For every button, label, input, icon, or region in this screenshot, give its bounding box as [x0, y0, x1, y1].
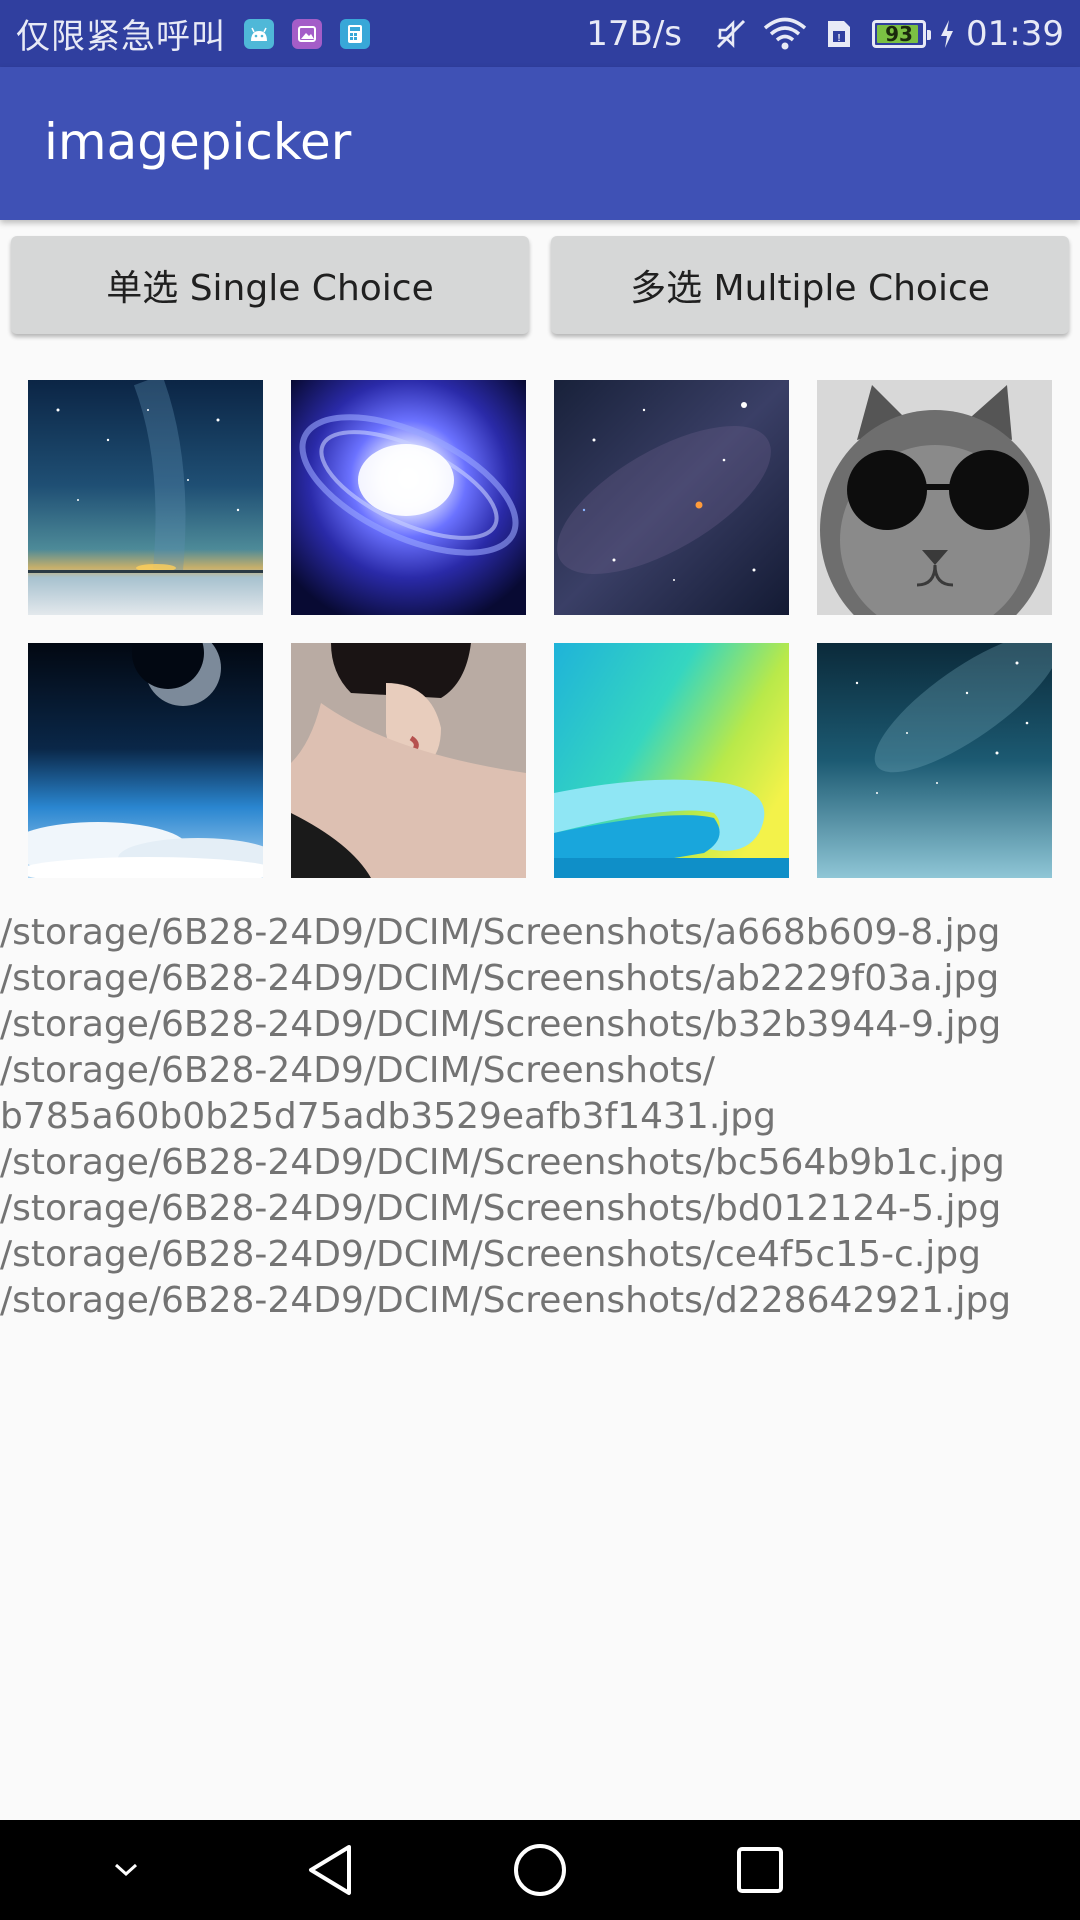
network-speed: 17B/s	[586, 13, 683, 54]
thumb-galaxy[interactable]	[291, 380, 526, 615]
multiple-choice-button[interactable]: 多选 Multiple Choice	[551, 236, 1069, 334]
thumb-starry-horizon[interactable]	[28, 380, 263, 615]
thumb-wave[interactable]	[554, 643, 789, 878]
gallery-icon	[292, 18, 322, 49]
path-line: /storage/6B28-24D9/DCIM/Screenshots/a668…	[0, 912, 1001, 953]
android-icon	[244, 18, 274, 49]
status-bar: 仅限紧急呼叫 17B/s ! 93 01:39	[0, 0, 1080, 67]
wifi-icon	[762, 17, 808, 51]
path-line: b785a60b0b25d75adb3529eafb3f1431.jpg	[0, 1096, 776, 1137]
charging-icon	[940, 19, 954, 49]
app-bar: imagepicker	[0, 67, 1080, 220]
path-line: /storage/6B28-24D9/DCIM/Screenshots/bd01…	[0, 1188, 1002, 1229]
path-line: /storage/6B28-24D9/DCIM/Screenshots/ce4f…	[0, 1234, 981, 1275]
carrier-label: 仅限紧急呼叫	[16, 17, 226, 57]
path-line: /storage/6B28-24D9/DCIM/Screenshots/bc56…	[0, 1142, 1005, 1183]
calculator-icon	[340, 18, 370, 49]
path-line: /storage/6B28-24D9/DCIM/Screenshots/b32b…	[0, 1004, 1002, 1045]
svg-text:!: !	[837, 33, 840, 44]
clock: 01:39	[966, 13, 1064, 54]
app-title: imagepicker	[44, 113, 352, 171]
recents-button[interactable]	[720, 1820, 800, 1920]
back-button[interactable]	[290, 1820, 370, 1920]
thumb-star-field[interactable]	[554, 380, 789, 615]
thumb-cat-sunglasses[interactable]	[817, 380, 1052, 615]
thumb-woman-portrait[interactable]	[291, 643, 526, 878]
path-line: /storage/6B28-24D9/DCIM/Screenshots/ab22…	[0, 958, 1000, 999]
recents-square-icon	[737, 1847, 783, 1893]
thumb-night-sky[interactable]	[817, 643, 1052, 878]
back-triangle-icon	[309, 1845, 351, 1895]
home-button[interactable]	[500, 1820, 580, 1920]
sim-icon: !	[822, 17, 856, 51]
home-circle-icon	[514, 1844, 566, 1896]
thumb-earth-moon[interactable]	[28, 643, 263, 878]
battery-icon: 93	[872, 19, 932, 48]
hide-keyboard-button[interactable]	[96, 1820, 156, 1920]
status-left: 仅限紧急呼叫	[16, 0, 370, 67]
navigation-bar	[0, 1820, 1080, 1920]
mute-icon	[714, 17, 748, 51]
path-line: /storage/6B28-24D9/DCIM/Screenshots/	[0, 1050, 716, 1091]
path-line: /storage/6B28-24D9/DCIM/Screenshots/d228…	[0, 1280, 1012, 1321]
screen: 仅限紧急呼叫 17B/s ! 93 01:39 imagepicker 单选 S…	[0, 0, 1080, 1920]
chevron-down-icon	[114, 1863, 138, 1877]
battery-level: 93	[885, 21, 913, 46]
single-choice-button[interactable]: 单选 Single Choice	[11, 236, 529, 334]
status-right: 17B/s ! 93 01:39	[586, 0, 1064, 67]
selected-paths-list: /storage/6B28-24D9/DCIM/Screenshots/a668…	[0, 910, 1080, 1324]
